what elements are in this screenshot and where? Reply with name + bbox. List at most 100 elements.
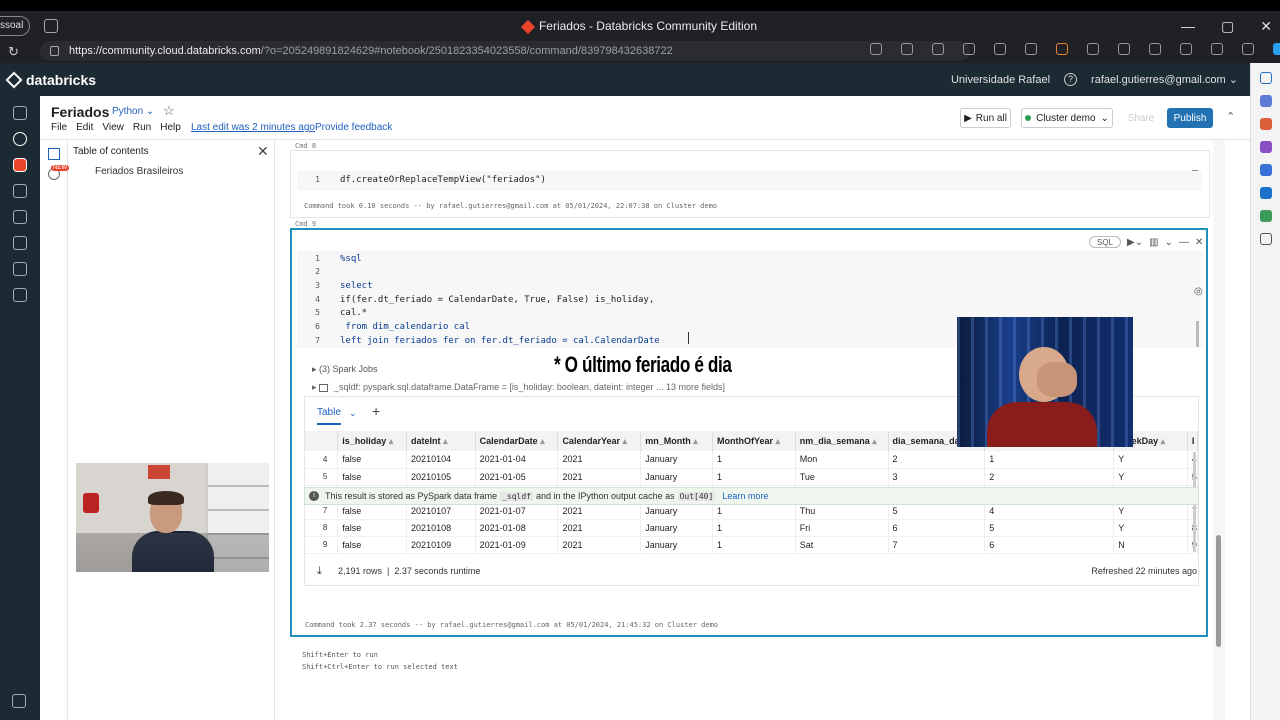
notebook-scrollbar[interactable]: [1213, 140, 1225, 720]
compute-icon[interactable]: [13, 262, 27, 276]
column-header[interactable]: I: [1187, 431, 1199, 451]
sort-icon[interactable]: ▴: [776, 436, 781, 446]
menu-run[interactable]: Run: [133, 122, 151, 133]
column-header[interactable]: nm_dia_semana ▴: [795, 431, 889, 451]
menu-view[interactable]: View: [102, 122, 124, 133]
data-icon[interactable]: [13, 236, 27, 250]
expand-sidebar-icon[interactable]: [12, 694, 26, 708]
extension-icon[interactable]: [994, 43, 1006, 55]
toc-icon[interactable]: [47, 148, 60, 160]
menu-help[interactable]: Help: [160, 122, 181, 133]
add-visualization-button[interactable]: +: [372, 403, 380, 419]
column-header[interactable]: CalendarYear ▴: [557, 431, 642, 451]
sidebar-outlook-icon[interactable]: [1259, 187, 1272, 199]
table-cell: 8: [305, 519, 339, 537]
toc-item[interactable]: Feriados Brasileiros: [95, 166, 183, 177]
column-header[interactable]: dateInt ▴: [406, 431, 476, 451]
tab-table[interactable]: Table: [317, 407, 341, 425]
chart-icon[interactable]: ▥: [1149, 237, 1158, 248]
sidebar-search-icon[interactable]: [1259, 72, 1272, 84]
extension-icon[interactable]: [901, 43, 913, 55]
collapse-header-icon[interactable]: ⌃: [1226, 110, 1235, 123]
column-header-label: is_holiday: [342, 435, 387, 446]
sidebar-messenger-icon[interactable]: [1259, 210, 1272, 222]
sort-icon[interactable]: ▴: [623, 436, 628, 446]
minimize-button[interactable]: —: [1181, 18, 1195, 34]
close-cell-icon[interactable]: ✕: [1195, 237, 1203, 248]
minimize-cell-icon[interactable]: —: [1179, 237, 1189, 248]
close-window-button[interactable]: ✕: [1260, 18, 1272, 35]
help-icon[interactable]: ?: [1064, 73, 1078, 86]
sidebar-games-icon[interactable]: [1259, 141, 1272, 153]
extension-icon[interactable]: [1025, 43, 1037, 55]
sort-icon[interactable]: ▴: [540, 436, 545, 446]
download-icon[interactable]: ⤓: [317, 565, 322, 578]
copilot-icon[interactable]: [1273, 43, 1280, 55]
run-all-button[interactable]: ▶ Run all: [960, 108, 1011, 128]
split-screen-icon[interactable]: [1118, 43, 1130, 55]
publish-button[interactable]: Publish: [1167, 108, 1213, 128]
learn-more-link[interactable]: Learn more: [722, 491, 768, 501]
workflows-icon[interactable]: [13, 288, 27, 302]
workspace-name[interactable]: Universidade Rafael: [951, 74, 1050, 86]
share-button[interactable]: Share: [1123, 108, 1159, 128]
favorites-icon[interactable]: [1149, 43, 1161, 55]
chevron-down-icon[interactable]: ⌄: [1165, 237, 1173, 248]
search-icon[interactable]: [13, 210, 27, 224]
menu-file[interactable]: File: [51, 122, 67, 133]
refresh-icon[interactable]: ↻: [8, 44, 19, 60]
more-menu-icon[interactable]: [1242, 43, 1254, 55]
cell-minimize-icon[interactable]: —: [1192, 165, 1198, 176]
extension-icon[interactable]: [1087, 43, 1099, 55]
recents-icon[interactable]: [13, 184, 27, 198]
sort-icon[interactable]: ▴: [1161, 436, 1166, 446]
chevron-down-icon[interactable]: ⌄: [349, 408, 357, 419]
read-aloud-icon[interactable]: [932, 43, 944, 55]
extension-icon[interactable]: [870, 43, 882, 55]
sidebar-briefcase-icon[interactable]: [1259, 118, 1272, 130]
scroll-thumb[interactable]: [1216, 535, 1221, 647]
provide-feedback-link[interactable]: Provide feedback: [315, 122, 392, 133]
workspace-icon[interactable]: [13, 158, 27, 172]
row-count: 2,191 rows | 2.37 seconds runtime: [338, 566, 481, 576]
databricks-logo[interactable]: databricks: [5, 71, 96, 88]
create-icon[interactable]: [13, 132, 27, 146]
editor-scrollbar[interactable]: [1196, 321, 1199, 347]
column-header[interactable]: CalendarDate ▴: [475, 431, 559, 451]
metamask-icon[interactable]: [1056, 43, 1068, 55]
sidebar-tag-icon[interactable]: [1259, 95, 1272, 107]
spark-jobs-toggle[interactable]: ▸ (3) Spark Jobs: [312, 364, 378, 375]
play-icon: ▶: [964, 112, 972, 124]
cmd8-cell[interactable]: 1 df.createOrReplaceTempView("feriados") …: [290, 150, 1210, 218]
maximize-button[interactable]: ▢: [1221, 18, 1234, 35]
close-icon[interactable]: ✕: [257, 143, 269, 160]
run-cell-icon[interactable]: ▶⌄: [1127, 237, 1143, 248]
sidebar-add-icon[interactable]: [1259, 233, 1272, 245]
sort-icon[interactable]: ▴: [872, 436, 877, 446]
favorite-star-icon[interactable]: [963, 43, 975, 55]
column-header[interactable]: is_holiday ▴: [337, 431, 408, 451]
sidebar-copilot-icon[interactable]: [1259, 164, 1272, 176]
column-header[interactable]: MonthOfYear ▴: [712, 431, 796, 451]
user-menu[interactable]: rafael.gutierres@gmail.com ⌄: [1091, 73, 1238, 86]
extension-icon[interactable]: [1211, 43, 1223, 55]
last-edit-link[interactable]: Last edit was 2 minutes ago: [191, 122, 315, 133]
url-input[interactable]: https://community.cloud.databricks.com/?…: [40, 41, 970, 61]
comment-icon[interactable]: ◎: [1194, 286, 1203, 297]
table-cell: January: [640, 451, 713, 469]
cmd8-code-editor[interactable]: 1 df.createOrReplaceTempView("feriados") …: [297, 165, 1202, 191]
dataframe-schema[interactable]: ▸ _sqldf: pyspark.sql.dataframe.DataFram…: [312, 382, 725, 393]
column-header[interactable]: mn_Month ▴: [640, 431, 713, 451]
favorite-star-icon[interactable]: ☆: [163, 103, 175, 119]
workspace-switcher-icon[interactable]: [13, 106, 27, 120]
table-cell: January: [640, 468, 713, 486]
sort-icon[interactable]: ▴: [693, 436, 698, 446]
cell-language-tag[interactable]: SQL: [1089, 236, 1122, 248]
notebook-title[interactable]: Feriados: [51, 104, 109, 120]
sort-icon[interactable]: ▴: [443, 436, 448, 446]
sort-icon[interactable]: ▴: [389, 436, 394, 446]
collections-icon[interactable]: [1180, 43, 1192, 55]
menu-edit[interactable]: Edit: [76, 122, 93, 133]
language-selector[interactable]: Python ⌄: [112, 106, 154, 117]
cluster-selector[interactable]: Cluster demo ⌄: [1021, 108, 1113, 128]
